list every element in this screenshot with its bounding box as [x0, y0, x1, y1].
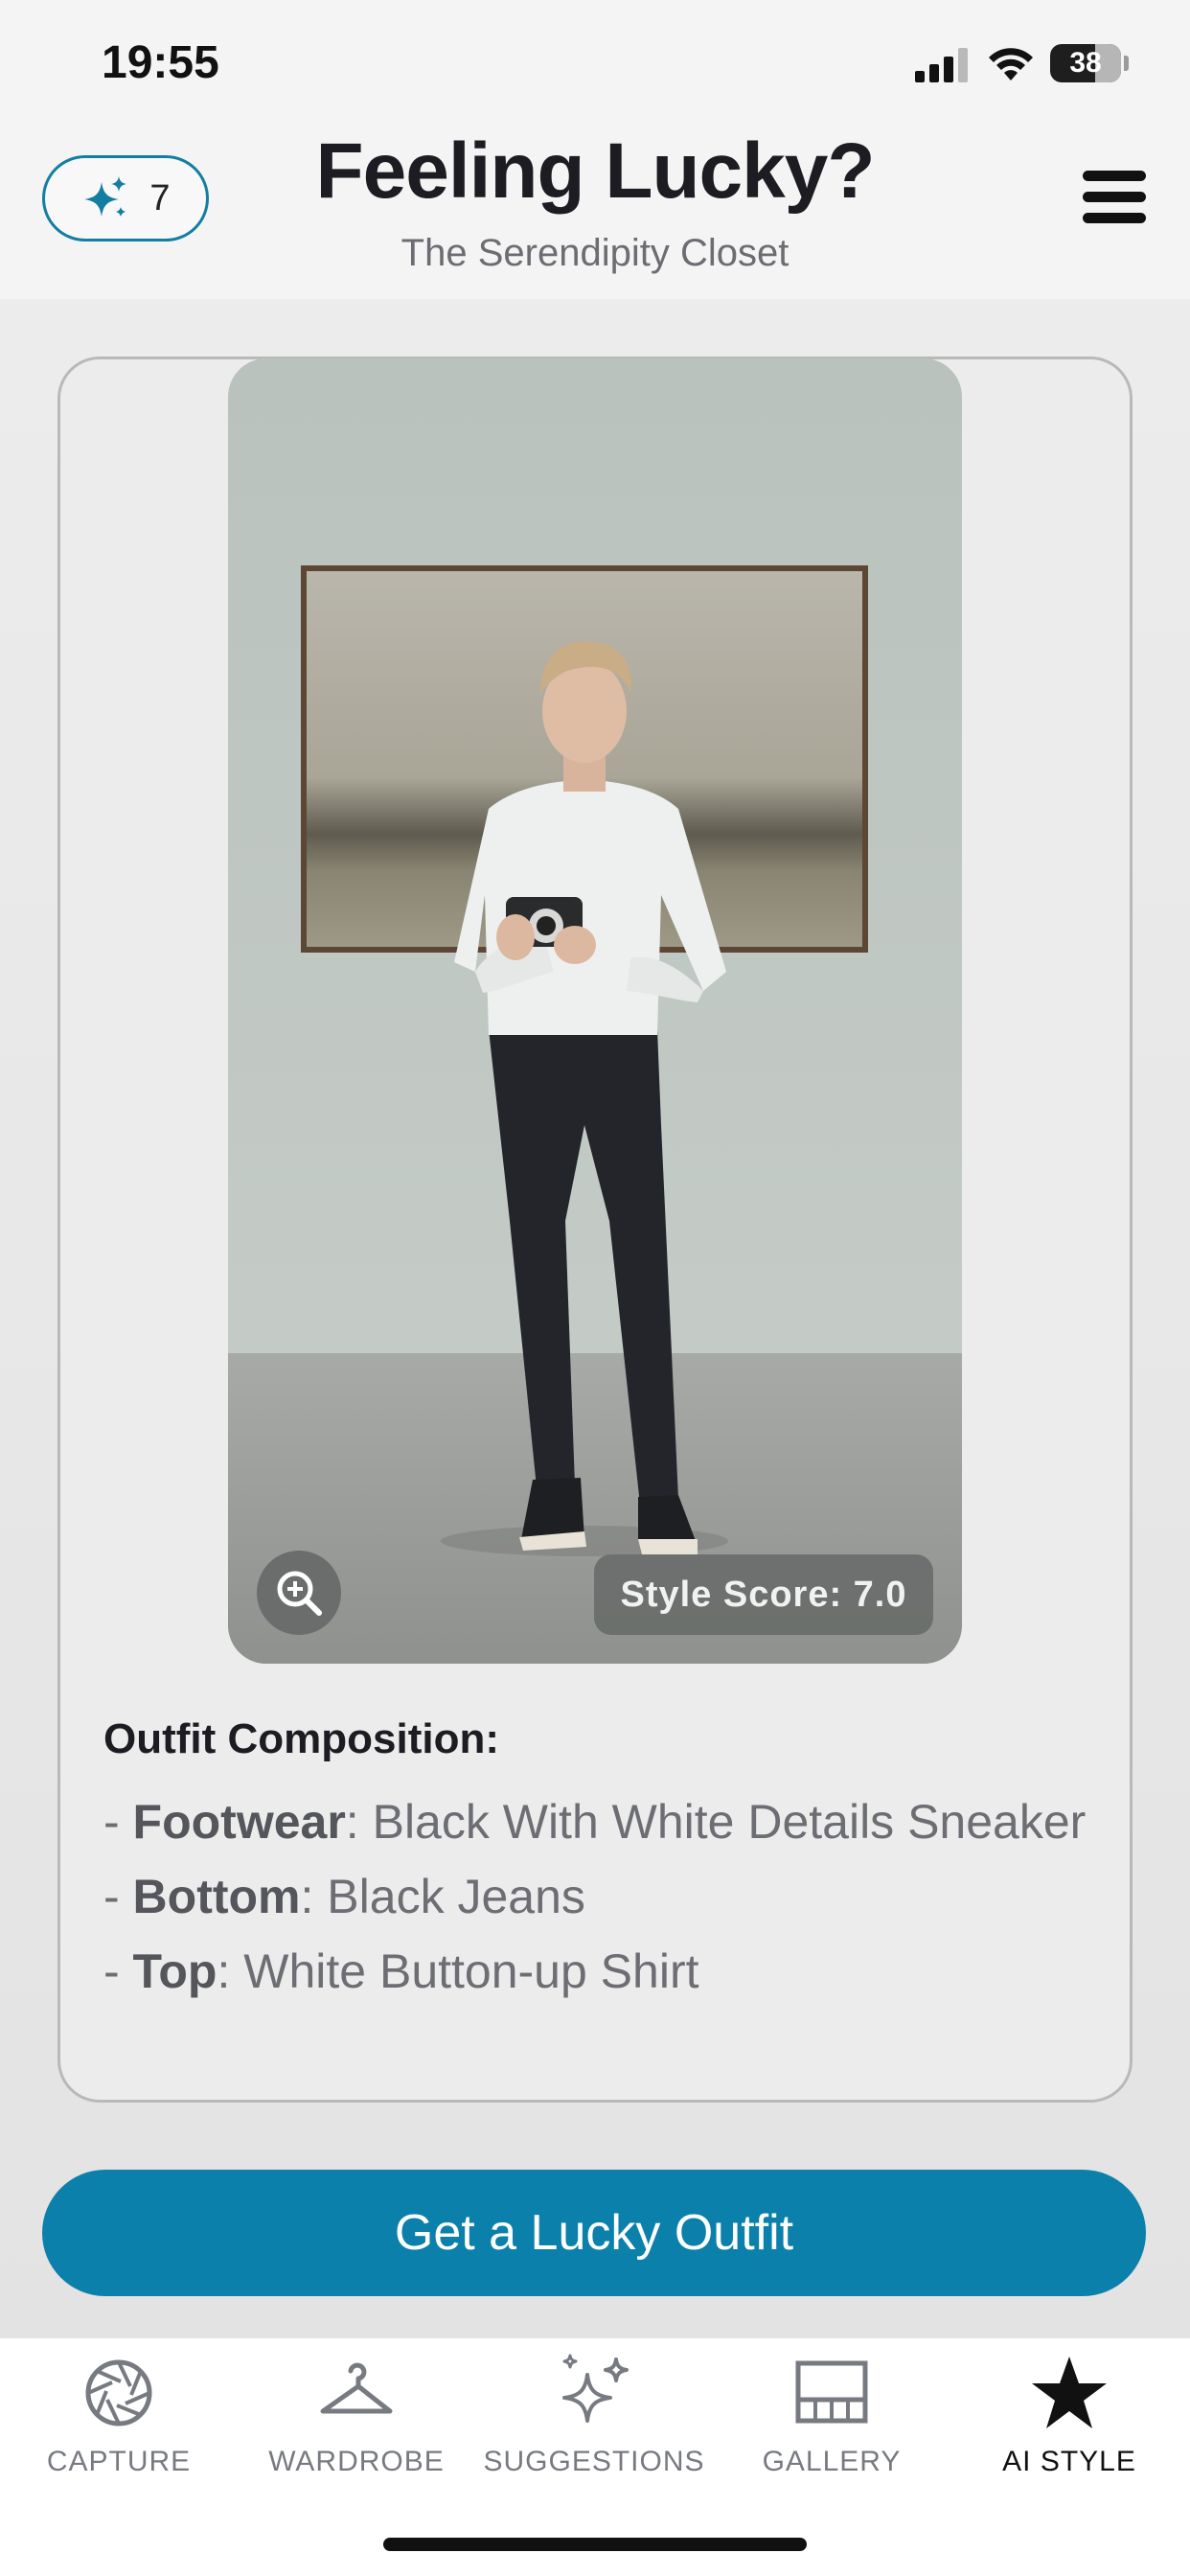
home-indicator [383, 2538, 807, 2551]
outfit-image[interactable] [228, 358, 962, 1664]
hanger-icon [320, 2362, 393, 2414]
status-time: 19:55 [102, 37, 219, 88]
item-separator: : [300, 1870, 328, 1923]
aperture-icon [85, 2359, 152, 2426]
item-separator: : [217, 1944, 244, 1998]
gallery-icon [795, 2360, 868, 2424]
tab-label: AI STYLE [1002, 2446, 1136, 2477]
tab-label: WARDROBE [268, 2446, 445, 2477]
battery-level: 38 [1069, 47, 1102, 79]
tab-suggestions[interactable]: SUGGESTIONS [475, 2352, 713, 2486]
tab-capture[interactable]: CAPTURE [0, 2352, 238, 2486]
composition-title: Outfit Composition: [103, 1715, 500, 1762]
battery-tip [1124, 56, 1129, 71]
item-category: Top [132, 1944, 217, 1998]
get-lucky-outfit-button[interactable]: Get a Lucky Outfit [42, 2170, 1146, 2296]
item-description: Black With White Details Sneaker [372, 1795, 1087, 1849]
item-prefix: - [103, 1944, 133, 1998]
tab-gallery[interactable]: GALLERY [713, 2352, 950, 2486]
sparkles-icon [562, 2354, 629, 2423]
style-score-badge: Style Score: 7.0 [594, 1554, 933, 1635]
item-prefix: - [103, 1795, 133, 1849]
composition-item: - Bottom: Black Jeans [103, 1869, 585, 1924]
composition-item: - Footwear: Black With White Details Sne… [103, 1794, 1086, 1850]
page-subtitle: The Serendipity Closet [400, 232, 790, 274]
hamburger-menu-icon[interactable] [1083, 171, 1146, 224]
star-icon [1032, 2357, 1107, 2428]
zoom-in-icon [277, 1571, 322, 1616]
page-title: Feeling Lucky? [315, 127, 876, 215]
status-bar: 19:55 38 [0, 0, 1190, 134]
item-category: Bottom [132, 1870, 301, 1923]
cellular-signal-icon [915, 48, 971, 82]
tab-label: CAPTURE [46, 2446, 192, 2477]
item-description: Black Jeans [327, 1870, 585, 1923]
tab-label: GALLERY [762, 2446, 902, 2477]
composition-item: - Top: White Button-up Shirt [103, 1944, 699, 1999]
item-separator: : [345, 1795, 373, 1849]
item-category: Footwear [132, 1795, 346, 1849]
tab-wardrobe[interactable]: WARDROBE [238, 2352, 475, 2486]
item-prefix: - [103, 1870, 133, 1923]
battery-indicator: 38 [1050, 44, 1121, 82]
outfit-photo [228, 358, 962, 1664]
tab-ai-style[interactable]: AI STYLE [950, 2352, 1188, 2486]
wifi-icon [989, 48, 1033, 80]
item-description: White Button-up Shirt [243, 1944, 699, 1998]
zoom-in-button[interactable] [257, 1551, 341, 1635]
tab-label: SUGGESTIONS [483, 2446, 705, 2477]
